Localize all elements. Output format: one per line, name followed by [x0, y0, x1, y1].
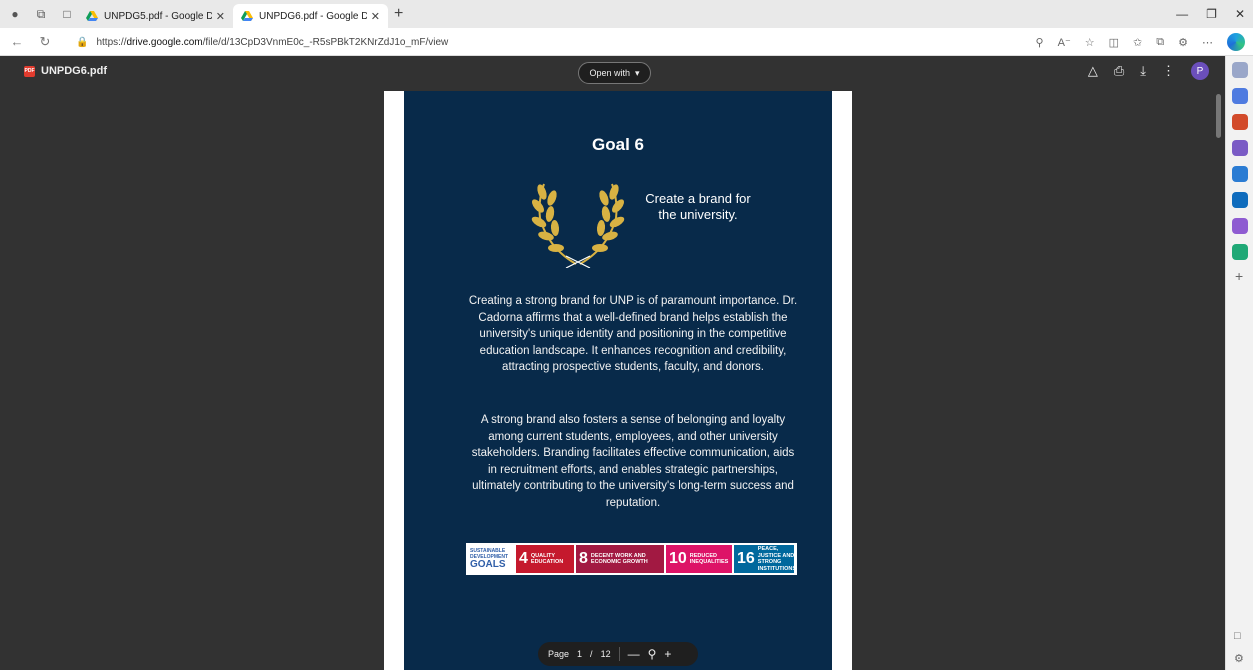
outlook-icon[interactable]	[1232, 192, 1248, 208]
viewer-actions: △ ⎙ ⤓ ⋮ P	[1088, 62, 1209, 80]
close-window-icon[interactable]: ✕	[1235, 7, 1245, 21]
new-tab-button[interactable]: +	[394, 5, 403, 23]
favorite-star-icon[interactable]: ☆	[1085, 36, 1095, 49]
avatar[interactable]: P	[1191, 62, 1209, 80]
sdg-strip: SUSTAINABLE DEVELOPMENT GOALS 4 Quality …	[466, 543, 797, 575]
zoom-icon[interactable]: ⚲	[1036, 36, 1044, 49]
tag-icon[interactable]	[1232, 88, 1248, 104]
pdf-file-icon: PDF	[24, 65, 35, 77]
url-path: /file/d/13CpD3VnmE0c_-R5sPBkT2KNrZdJ1o_m…	[202, 36, 449, 48]
back-icon[interactable]: ←	[6, 34, 28, 49]
search-icon[interactable]	[1232, 62, 1248, 78]
window-controls: — ❐ ✕	[1176, 0, 1245, 28]
sdg-badge: 8 Decent Work and Economic Growth	[576, 545, 664, 573]
sdg-number: 4	[519, 550, 528, 567]
laurel-wreath-icon	[531, 183, 625, 268]
add-to-drive-icon[interactable]: △	[1088, 63, 1098, 79]
settings-gear-icon[interactable]: ⚙	[1234, 652, 1244, 665]
sdg-label: Peace, Justice and Strong Institutions	[757, 546, 796, 572]
address-bar-actions: ⚲ A⁻ ☆ ◫ ✩ ⧉ ⚙ ⋯	[1036, 28, 1245, 56]
google-drive-icon	[86, 10, 98, 22]
url-prefix: https://	[96, 36, 127, 48]
goal-title: Goal 6	[592, 135, 644, 154]
profile-icon[interactable]: ●	[4, 3, 26, 25]
total-pages: 12	[600, 649, 611, 659]
pdf-page: Goal 6 Create a brand for the university…	[384, 91, 852, 670]
designer-icon[interactable]	[1232, 218, 1248, 234]
google-drive-icon	[241, 10, 253, 22]
address-bar: ← ↻ 🔒 https://drive.google.com/file/d/13…	[0, 28, 1253, 56]
file-title: PDF UNPDG6.pdf	[24, 65, 107, 77]
url-host: drive.google.com	[126, 36, 203, 48]
close-tab-icon[interactable]: ✕	[216, 10, 225, 23]
page-separator: /	[590, 649, 593, 659]
read-aloud-icon[interactable]: A⁻	[1058, 36, 1071, 49]
minimize-icon[interactable]: —	[1176, 7, 1188, 21]
sdg-number: 16	[737, 550, 755, 567]
copilot-icon[interactable]	[1227, 33, 1245, 51]
tab-title: UNPDG5.pdf - Google Drive	[104, 10, 212, 22]
print-icon[interactable]: ⎙	[1114, 63, 1124, 79]
tab-title: UNPDG6.pdf - Google Drive	[259, 10, 367, 22]
tab-actions-icon[interactable]: □	[56, 3, 78, 25]
scrollbar-thumb[interactable]	[1216, 94, 1221, 138]
page-controls: Page 1 / 12 — ⚲ +	[538, 642, 698, 666]
sdg-badge: 10 Reduced Inequalities	[666, 545, 732, 573]
browser-tab-bar: ● ⧉ □ UNPDG5.pdf - Google Drive ✕ UNPDG6…	[0, 0, 1253, 28]
extensions-icon[interactable]: ⚙	[1178, 36, 1188, 49]
lock-icon[interactable]: 🔒	[76, 37, 88, 48]
sdg-label: Quality Education	[530, 552, 564, 566]
hide-sidebar-icon[interactable]: □	[1234, 630, 1241, 642]
edge-sidebar: + □ ⚙	[1225, 56, 1253, 670]
divider	[618, 647, 620, 661]
sdg-label: Reduced Inequalities	[689, 552, 729, 566]
sdg-badge: 16 Peace, Justice and Strong Institution…	[734, 545, 796, 573]
url-field[interactable]: 🔒 https://drive.google.com/file/d/13CpD3…	[76, 31, 996, 53]
viewer-header: PDF UNPDG6.pdf Open with ▾ △ ⎙ ⤓ ⋮ P	[0, 56, 1225, 88]
restore-icon[interactable]: ❐	[1206, 7, 1217, 21]
sdg-logo: SUSTAINABLE DEVELOPMENT GOALS	[468, 545, 514, 573]
shopping-icon[interactable]	[1232, 114, 1248, 130]
office-icon[interactable]	[1232, 166, 1248, 182]
collections-icon[interactable]: ⧉	[1156, 36, 1164, 49]
sdg-number: 8	[579, 550, 588, 567]
pdf-viewer: PDF UNPDG6.pdf Open with ▾ △ ⎙ ⤓ ⋮ P Goa…	[0, 56, 1225, 670]
sdg-number: 10	[669, 550, 687, 567]
zoom-out-button[interactable]: —	[628, 647, 640, 661]
split-screen-icon[interactable]: ◫	[1109, 36, 1119, 49]
people-icon[interactable]	[1232, 140, 1248, 156]
goal-tagline: Create a brand for the university.	[645, 191, 751, 222]
sdg-logo-line3: GOALS	[470, 559, 506, 570]
workspaces-icon[interactable]: ⧉	[30, 3, 52, 25]
current-page-input[interactable]: 1	[577, 649, 582, 659]
body-paragraph-2: A strong brand also fosters a sense of b…	[471, 414, 795, 509]
favorites-icon[interactable]: ✩	[1133, 36, 1142, 49]
tab-unpdg6[interactable]: UNPDG6.pdf - Google Drive ✕	[233, 4, 388, 28]
add-sidebar-app-icon[interactable]: +	[1235, 268, 1243, 284]
refresh-icon[interactable]: ↻	[34, 34, 56, 50]
sdg-badge: 4 Quality Education	[516, 545, 574, 573]
open-with-label: Open with	[589, 68, 630, 78]
chevron-down-icon: ▾	[635, 67, 640, 78]
zoom-in-button[interactable]: +	[664, 647, 671, 661]
zoom-icon: ⚲	[647, 647, 657, 661]
file-name: UNPDG6.pdf	[41, 65, 107, 77]
open-with-button[interactable]: Open with ▾	[578, 62, 651, 84]
page-content: Goal 6 Create a brand for the university…	[404, 91, 832, 670]
more-icon[interactable]: ⋯	[1202, 36, 1213, 49]
sdg-label: Decent Work and Economic Growth	[590, 552, 648, 566]
tab-unpdg5[interactable]: UNPDG5.pdf - Google Drive ✕	[78, 4, 233, 28]
more-actions-icon[interactable]: ⋮	[1162, 63, 1175, 79]
page-label: Page	[548, 649, 570, 659]
close-tab-icon[interactable]: ✕	[371, 10, 380, 23]
drop-icon[interactable]	[1232, 244, 1248, 260]
body-paragraph-1: Creating a strong brand for UNP is of pa…	[468, 295, 798, 373]
download-icon[interactable]: ⤓	[1140, 63, 1146, 79]
